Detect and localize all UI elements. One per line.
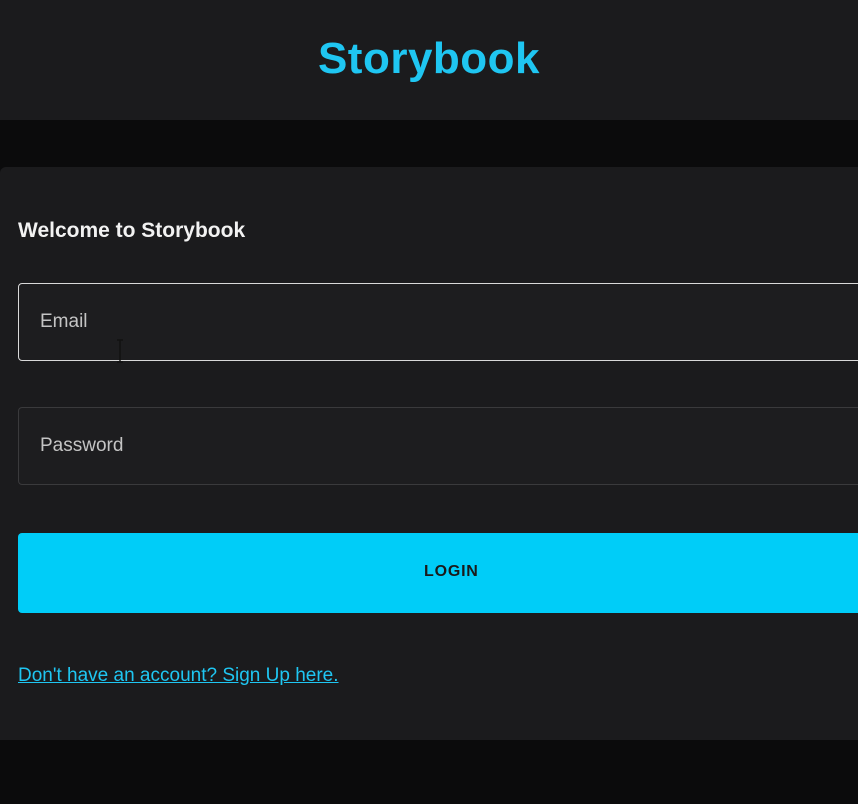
email-field-container[interactable] — [18, 283, 858, 363]
email-field[interactable] — [19, 284, 858, 360]
signup-link[interactable]: Don't have an account? Sign Up here. — [18, 664, 339, 688]
brand-logo-text: Storybook — [317, 34, 541, 83]
login-button-label: LOGIN — [424, 563, 479, 580]
login-button[interactable]: LOGIN — [18, 533, 858, 613]
text-cursor-icon — [117, 339, 123, 363]
password-field-container[interactable] — [18, 407, 858, 485]
page-title: Welcome to Storybook — [18, 219, 246, 242]
app-header: Storybook — [0, 0, 858, 120]
password-field[interactable] — [19, 408, 858, 484]
